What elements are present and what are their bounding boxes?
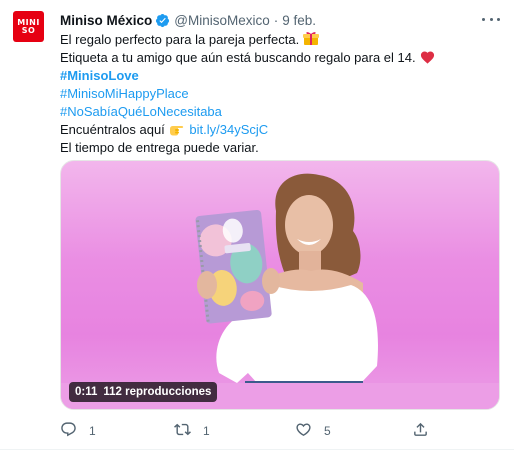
video-player[interactable]: 0:11 112 reproducciones xyxy=(60,160,500,410)
avatar[interactable]: MINI SO xyxy=(13,11,44,42)
tweet-line-2-text: Etiqueta a tu amigo que aún está buscand… xyxy=(60,50,416,65)
reply-button[interactable]: 1 xyxy=(60,421,96,441)
share-icon xyxy=(412,421,429,441)
shortened-link[interactable]: bit.ly/34yScjC xyxy=(189,122,268,137)
tweet-line-6: Encuéntralos aquí bit.ly/34yScjC xyxy=(60,121,500,139)
video-frame xyxy=(61,173,499,409)
gift-icon xyxy=(303,31,320,51)
person-face xyxy=(285,195,333,255)
like-icon xyxy=(295,421,312,441)
tweet-date[interactable]: 9 feb. xyxy=(282,13,316,28)
like-button[interactable]: 5 xyxy=(295,421,331,441)
reply-icon xyxy=(60,421,77,441)
tweet-line-2: Etiqueta a tu amigo que aún está buscand… xyxy=(60,49,500,67)
reply-count: 1 xyxy=(89,424,96,438)
avatar-logo-line2: SO xyxy=(21,25,36,35)
tweet-header: Miniso México @MinisoMexico · 9 feb. xyxy=(60,10,316,30)
video-meta-badge: 0:11 112 reproducciones xyxy=(69,382,218,402)
like-count: 5 xyxy=(324,424,331,438)
retweet-icon xyxy=(174,421,191,441)
tweet-text: El regalo perfecto para la pareja perfec… xyxy=(60,31,500,157)
notebook xyxy=(195,209,272,324)
heart-emoji-icon xyxy=(420,50,435,69)
tweet-line-1-text: El regalo perfecto para la pareja perfec… xyxy=(60,32,300,47)
retweet-count: 1 xyxy=(203,424,210,438)
share-button[interactable] xyxy=(412,421,429,441)
retweet-button[interactable]: 1 xyxy=(174,421,210,441)
person-right-hand xyxy=(262,268,280,294)
hashtag-minisomihappyplace[interactable]: #MinisoMiHappyPlace xyxy=(60,86,189,101)
tweet[interactable]: MINI SO Miniso México @MinisoMexico · 9 … xyxy=(0,0,514,450)
verified-badge-icon xyxy=(155,13,170,28)
tweet-line-1: El regalo perfecto para la pareja perfec… xyxy=(60,31,500,49)
hashtag-nosabiaquelonecesitaba[interactable]: #NoSabíaQuéLoNecesitaba xyxy=(60,104,222,119)
header-separator: · xyxy=(273,12,279,28)
hashtag-minisolove[interactable]: #MinisoLove xyxy=(60,68,139,83)
video-views: 112 reproducciones xyxy=(103,386,212,398)
author-name[interactable]: Miniso México xyxy=(60,13,152,28)
video-duration: 0:11 xyxy=(75,386,98,398)
person-left-hand xyxy=(197,271,217,299)
tweet-actions: 1 1 5 xyxy=(60,421,500,441)
tweet-line-7: El tiempo de entrega puede variar. xyxy=(60,140,259,155)
author-handle[interactable]: @MinisoMexico xyxy=(174,13,269,28)
tweet-line-6-text: Encuéntralos aquí xyxy=(60,122,165,137)
more-icon[interactable] xyxy=(482,12,500,26)
